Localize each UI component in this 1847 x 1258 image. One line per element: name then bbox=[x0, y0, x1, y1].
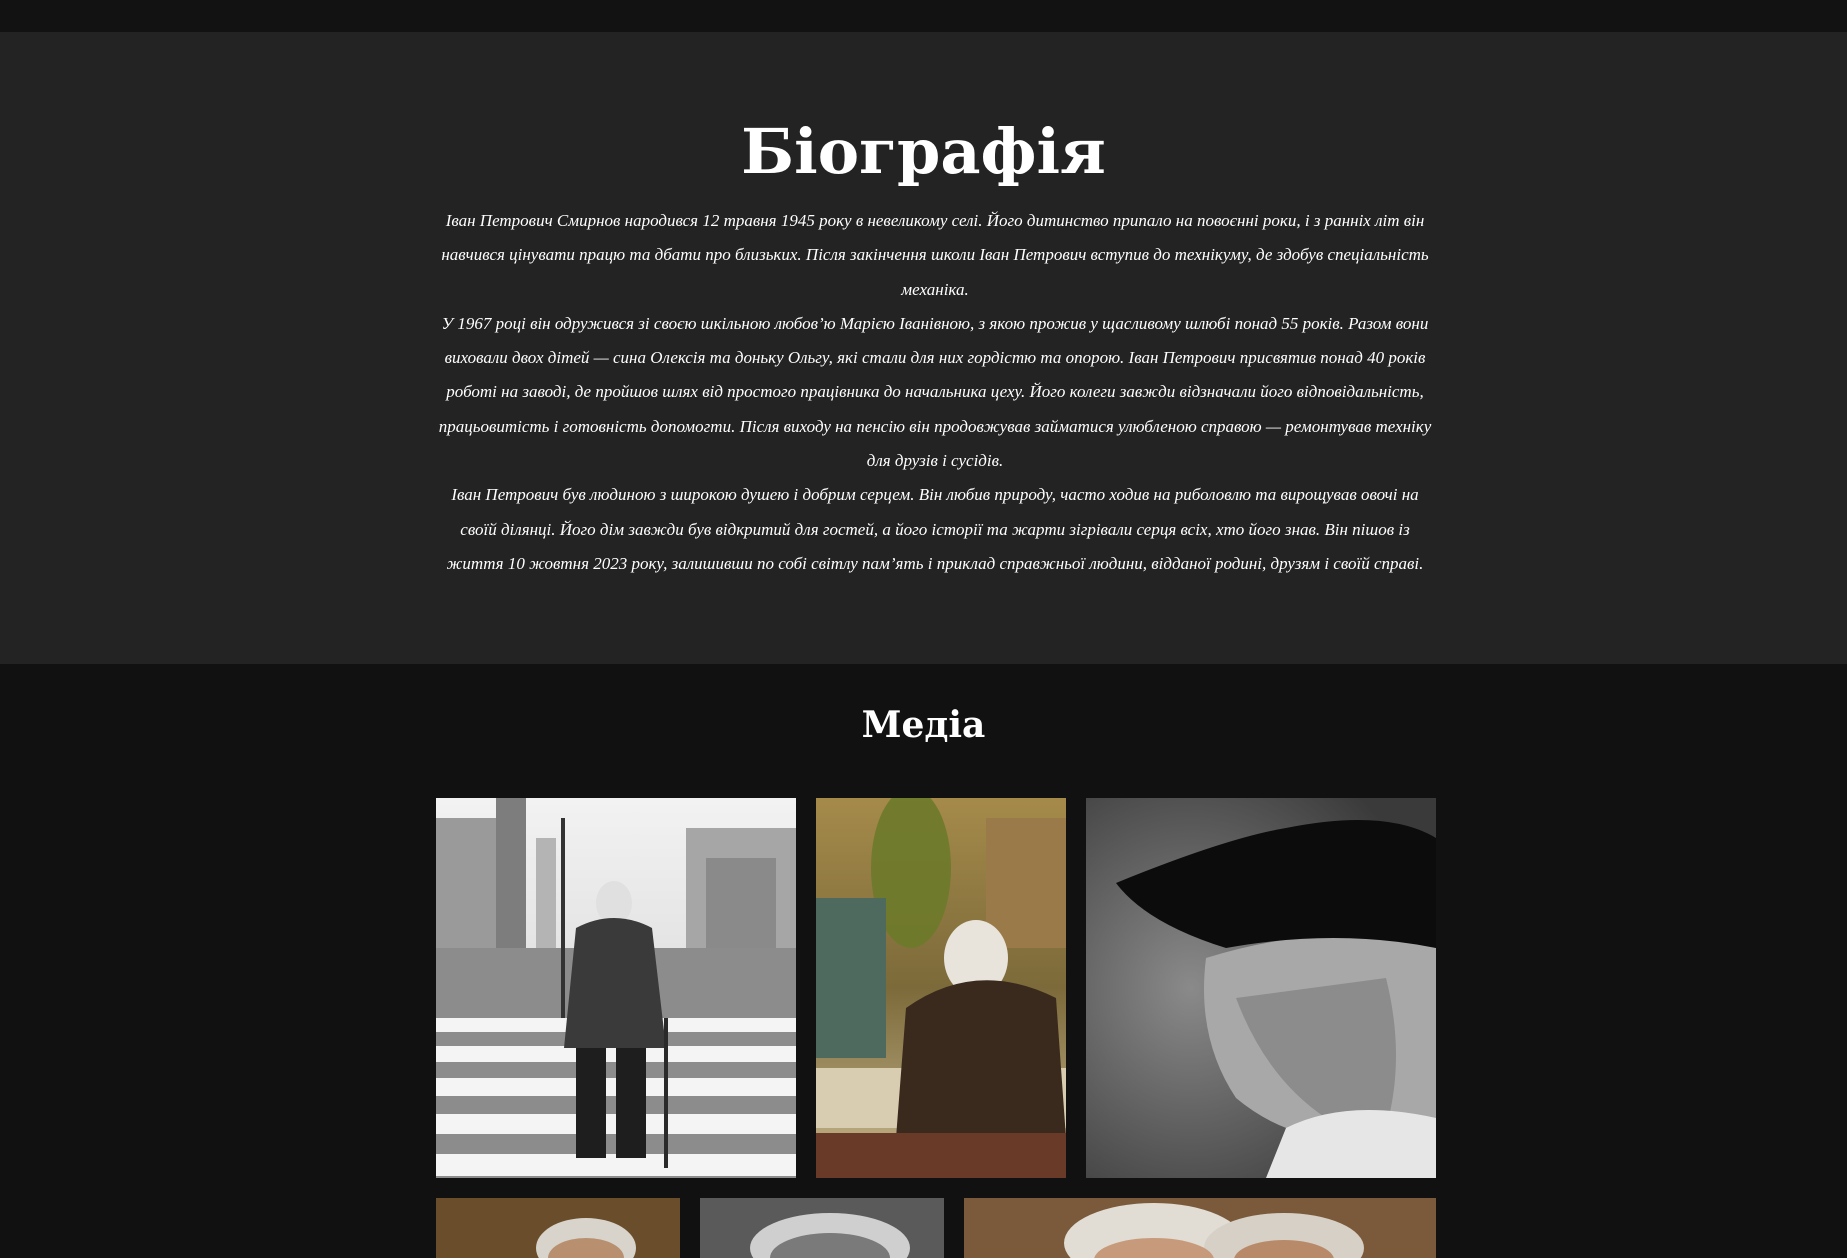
biography-section: Біографія Іван Петрович Смирнов народивс… bbox=[0, 32, 1847, 664]
media-section: Медіа bbox=[0, 664, 1847, 1258]
media-photo-crosswalk[interactable] bbox=[436, 798, 796, 1178]
media-photo-4[interactable] bbox=[436, 1198, 680, 1258]
biography-paragraph-2: У 1967 році він одружився зі своєю шкіль… bbox=[438, 313, 1432, 471]
biography-text: Іван Петрович Смирнов народився 12 травн… bbox=[436, 204, 1434, 581]
biography-title: Біографія bbox=[741, 115, 1106, 188]
media-photo-man-in-cap[interactable] bbox=[1086, 798, 1436, 1178]
top-bar bbox=[0, 0, 1847, 32]
media-title: Медіа bbox=[861, 704, 986, 746]
media-photo-park-bench[interactable] bbox=[816, 798, 1066, 1178]
biography-paragraph-1: Іван Петрович Смирнов народився 12 травн… bbox=[441, 211, 1429, 299]
media-photo-6[interactable] bbox=[964, 1198, 1436, 1258]
biography-paragraph-3: Іван Петрович був людиною з широкою душе… bbox=[446, 485, 1424, 573]
media-photo-5[interactable] bbox=[700, 1198, 944, 1258]
